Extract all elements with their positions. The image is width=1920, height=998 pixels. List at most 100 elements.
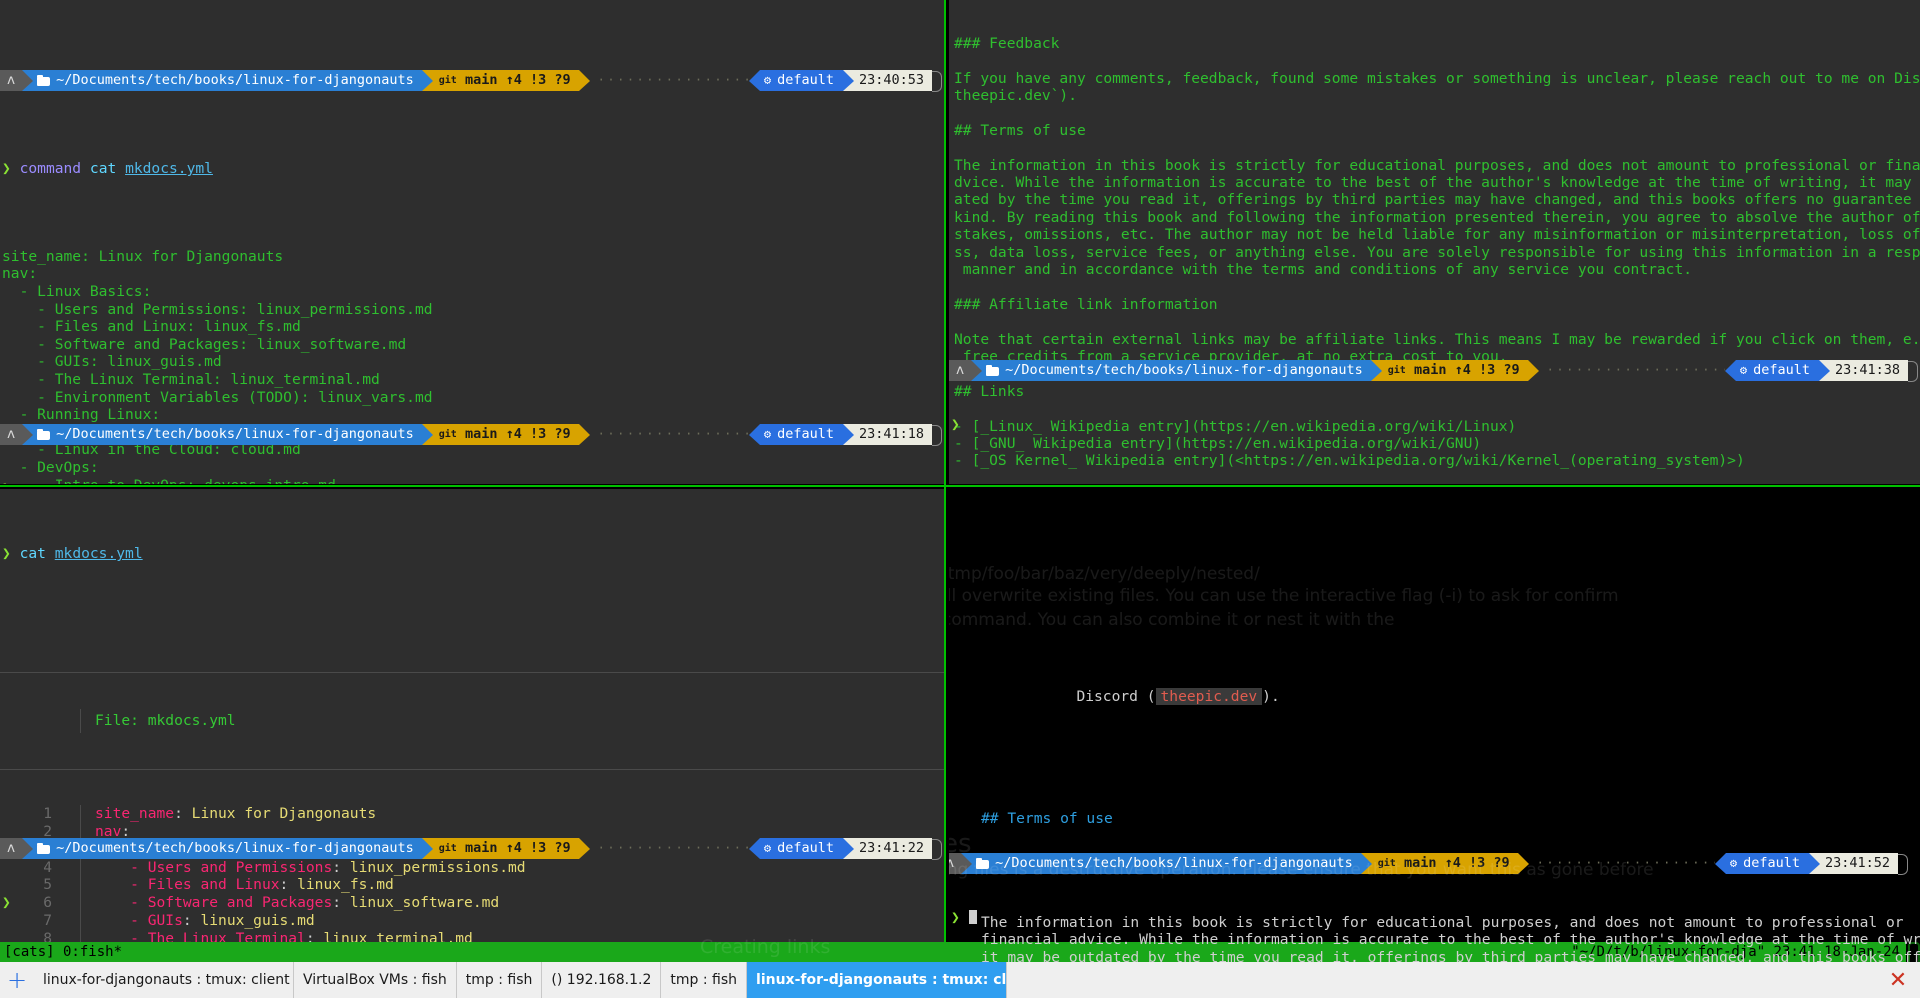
- powerline-arrow-4c: [748, 838, 760, 860]
- folder-icon-3: [37, 843, 51, 855]
- gear-icon-3: ⚙: [763, 841, 772, 856]
- powerline-path-segment: ~/Documents/tech/books/linux-for-djangon…: [33, 69, 422, 91]
- markdown-source-line: [954, 278, 1920, 295]
- git-icon-2: git: [438, 428, 457, 440]
- powerline-session-segment: ⚙ default: [759, 69, 843, 91]
- powerline-arrow-4: [748, 69, 760, 91]
- prompt-path-text: ~/Documents/tech/books/linux-for-djangon…: [56, 71, 414, 88]
- powerline-prompt-bar-4-wrap: ʌ ~/Documents/tech/books/linux-for-djang…: [949, 326, 1920, 469]
- powerline-arrow-4d: [1724, 360, 1736, 382]
- pane-bottom-left-body: ❯ cat mkdocs.yml File: mkdocs.yml 1 site_…: [0, 489, 944, 962]
- taskbar-item[interactable]: VirtualBox VMs : fish: [294, 962, 457, 998]
- powerline-prompt-bar-2-wrap: ʌ ~/Documents/tech/books/linux-for-djang…: [0, 389, 944, 484]
- prompt-path-text-3: ~/Documents/tech/books/linux-for-djangon…: [56, 840, 414, 857]
- markdown-source-line: theepic.dev`).: [954, 87, 1078, 105]
- taskbar-item[interactable]: () 192.168.1.2: [542, 962, 662, 998]
- session-name-text-2: default: [777, 425, 834, 442]
- powerline-time-segment-3: 23:41:22: [853, 838, 932, 860]
- empty-prompt-line-1[interactable]: ❯: [0, 480, 944, 484]
- powerline-arrow-2b: [421, 423, 433, 445]
- powerline-arrow-3c: [578, 838, 590, 860]
- pane-top-left-body: ʌ ~/Documents/tech/books/linux-for-djang…: [0, 0, 944, 484]
- cat-output-line: - Users and Permissions: linux_permissio…: [2, 300, 433, 318]
- powerline-git-segment-3: git main ↑4 !3 ?9: [432, 838, 579, 860]
- powerline-prompt-bar-3-wrap: ʌ ~/Documents/tech/books/linux-for-djang…: [0, 804, 944, 947]
- prompt-chevron-icon-4: ❯: [2, 894, 11, 912]
- pane-top-left[interactable]: ʌ ~/Documents/tech/books/linux-for-djang…: [0, 0, 944, 484]
- git-branch-text-2: main: [464, 425, 498, 442]
- powerline-path-segment-2: ~/Documents/tech/books/linux-for-djangon…: [33, 423, 422, 445]
- empty-prompt-line-3[interactable]: ❯: [949, 416, 1920, 434]
- heading-terms-of-use: ## Terms of use: [981, 809, 1113, 827]
- desktop-screen: ʌ ~/Documents/tech/books/linux-for-djang…: [0, 0, 1920, 998]
- taskbar-item[interactable]: tmp : fish: [457, 962, 543, 998]
- git-branch-text: main: [464, 71, 498, 88]
- powerline-end-cap: [932, 69, 944, 92]
- pane-separator-horizontal-right[interactable]: [946, 485, 1920, 487]
- terms-body-line: it may be outdated by the time you read …: [981, 948, 1920, 962]
- powerline-arrow-5: [842, 69, 854, 91]
- powerline-git-segment: git main ↑4 !3 ?9: [432, 69, 579, 91]
- terms-body-line: financial advice. While the information …: [981, 931, 1920, 949]
- bat-divider-bar: [80, 709, 81, 734]
- powerline-filler-dots-2: ········································…: [589, 423, 749, 445]
- powerline-user-segment-2: ʌ: [0, 423, 23, 445]
- taskbar-spacer: [1007, 962, 1876, 998]
- folder-icon: [37, 74, 51, 86]
- cat-output-line: - Linux Basics:: [2, 283, 152, 301]
- session-name-text-4: default: [1753, 362, 1810, 379]
- user-glyph-4: ʌ: [956, 362, 965, 379]
- powerline-arrow-1b: [22, 423, 34, 445]
- powerline-arrow-2c: [421, 838, 433, 860]
- git-icon: git: [438, 74, 457, 86]
- discord-line: Discord (theepic.dev).: [959, 671, 1920, 723]
- pane-separator-horizontal-left[interactable]: [0, 485, 944, 487]
- user-glyph-3: ʌ: [7, 840, 16, 857]
- command-line-2: ❯ cat mkdocs.yml: [0, 541, 944, 563]
- powerline-prompt-bar-4: ʌ ~/Documents/tech/books/linux-for-djang…: [949, 360, 1920, 383]
- desktop-taskbar[interactable]: + linux-for-djangonauts : tmux: client Vi…: [0, 962, 1920, 998]
- taskbar-item[interactable]: tmp : fish: [661, 962, 748, 998]
- markdown-source-line: ### Affiliate link information: [954, 295, 1218, 313]
- close-icon[interactable]: ✕: [1876, 962, 1920, 998]
- pane-bottom-right[interactable]: Creating linksill overwrite existing fil…: [949, 489, 1920, 962]
- pane-bottom-left[interactable]: ❯ cat mkdocs.yml File: mkdocs.yml 1 site_…: [0, 489, 944, 962]
- markdown-source-line: stakes, omissions, etc. The author may n…: [954, 226, 1920, 244]
- markdown-source-line: ated by the time you read it, offerings …: [954, 191, 1920, 209]
- pane-separator-vertical[interactable]: [944, 0, 946, 962]
- cat-output-line: - Files and Linux: linux_fs.md: [2, 318, 301, 336]
- prompt-path-text-2: ~/Documents/tech/books/linux-for-djangon…: [56, 425, 414, 442]
- gear-icon: ⚙: [763, 72, 772, 87]
- powerline-arrow-2: [421, 69, 433, 91]
- taskbar-item[interactable]: linux-for-djangonauts : tmux: client: [747, 962, 1008, 998]
- powerline-arrow-5c: [842, 838, 854, 860]
- powerline-filler-dots-4: ········································…: [1538, 360, 1725, 382]
- empty-prompt-line-2[interactable]: ❯: [0, 894, 944, 912]
- markdown-source-line: If you have any comments, feedback, foun…: [954, 69, 1920, 87]
- powerline-end-cap-2: [932, 423, 944, 446]
- gear-icon-2: ⚙: [763, 426, 772, 441]
- powerline-arrow-2d: [1370, 360, 1382, 382]
- git-branch-text-4: main: [1413, 362, 1447, 379]
- pane-top-right[interactable]: ### Feedback If you have any comments, fe…: [949, 0, 1920, 484]
- powerline-prompt-bar-2: ʌ ~/Documents/tech/books/linux-for-djang…: [0, 423, 944, 446]
- powerline-path-segment-4: ~/Documents/tech/books/linux-for-djangon…: [982, 360, 1371, 382]
- powerline-filler-dots: ········································…: [589, 69, 749, 91]
- taskbar-item[interactable]: linux-for-djangonauts : tmux: client: [34, 962, 294, 998]
- powerline-time-segment-2: 23:41:18: [853, 423, 932, 445]
- git-icon-4: git: [1387, 365, 1406, 377]
- cat-output-line: - Software and Packages: linux_software.…: [2, 335, 407, 353]
- tmux-pane-grid: ʌ ~/Documents/tech/books/linux-for-djang…: [0, 0, 1920, 962]
- powerline-arrow-5b: [842, 423, 854, 445]
- discord-code-chip: theepic.dev: [1155, 688, 1263, 706]
- plus-icon[interactable]: +: [0, 962, 34, 998]
- user-glyph-2: ʌ: [7, 425, 16, 442]
- powerline-arrow-5d: [1818, 360, 1830, 382]
- cat-output-line: nav:: [2, 265, 38, 283]
- discord-suffix-text: ).: [1262, 688, 1280, 706]
- markdown-source-line: The information in this book is strictly…: [954, 156, 1920, 174]
- taskbar-window-list: linux-for-djangonauts : tmux: client Virt…: [34, 962, 1008, 998]
- powerline-session-segment-2: ⚙ default: [759, 423, 843, 445]
- powerline-prompt-bar-3: ʌ ~/Documents/tech/books/linux-for-djang…: [0, 838, 944, 861]
- tmux-session-window-label[interactable]: [cats] 0:fish*: [0, 944, 122, 960]
